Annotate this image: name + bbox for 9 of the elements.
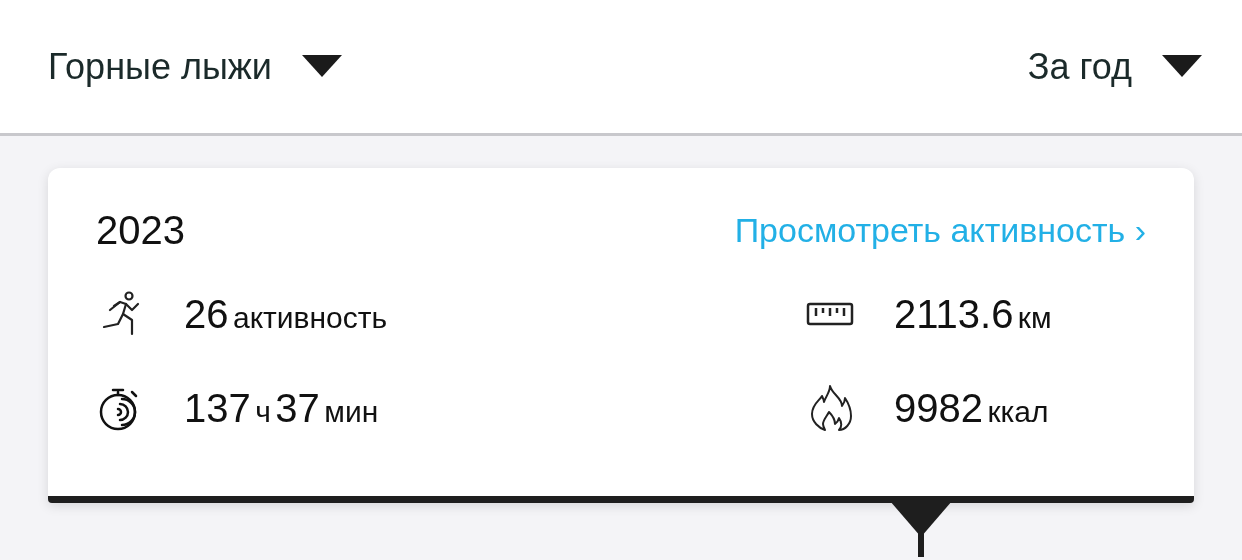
caret-icon: [1162, 54, 1202, 79]
period-dropdown[interactable]: За год: [1027, 39, 1202, 94]
stat-value: 9982 ккал: [894, 385, 1049, 432]
stat-value: 137 ч 37 мин: [184, 385, 379, 432]
year-label: 2023: [96, 210, 185, 250]
sport-dropdown[interactable]: Горные лыжи: [48, 39, 342, 94]
stat-value: 2113.6 км: [894, 291, 1052, 338]
stat-value: 26 активность: [184, 291, 388, 338]
caret-icon: [302, 54, 342, 79]
